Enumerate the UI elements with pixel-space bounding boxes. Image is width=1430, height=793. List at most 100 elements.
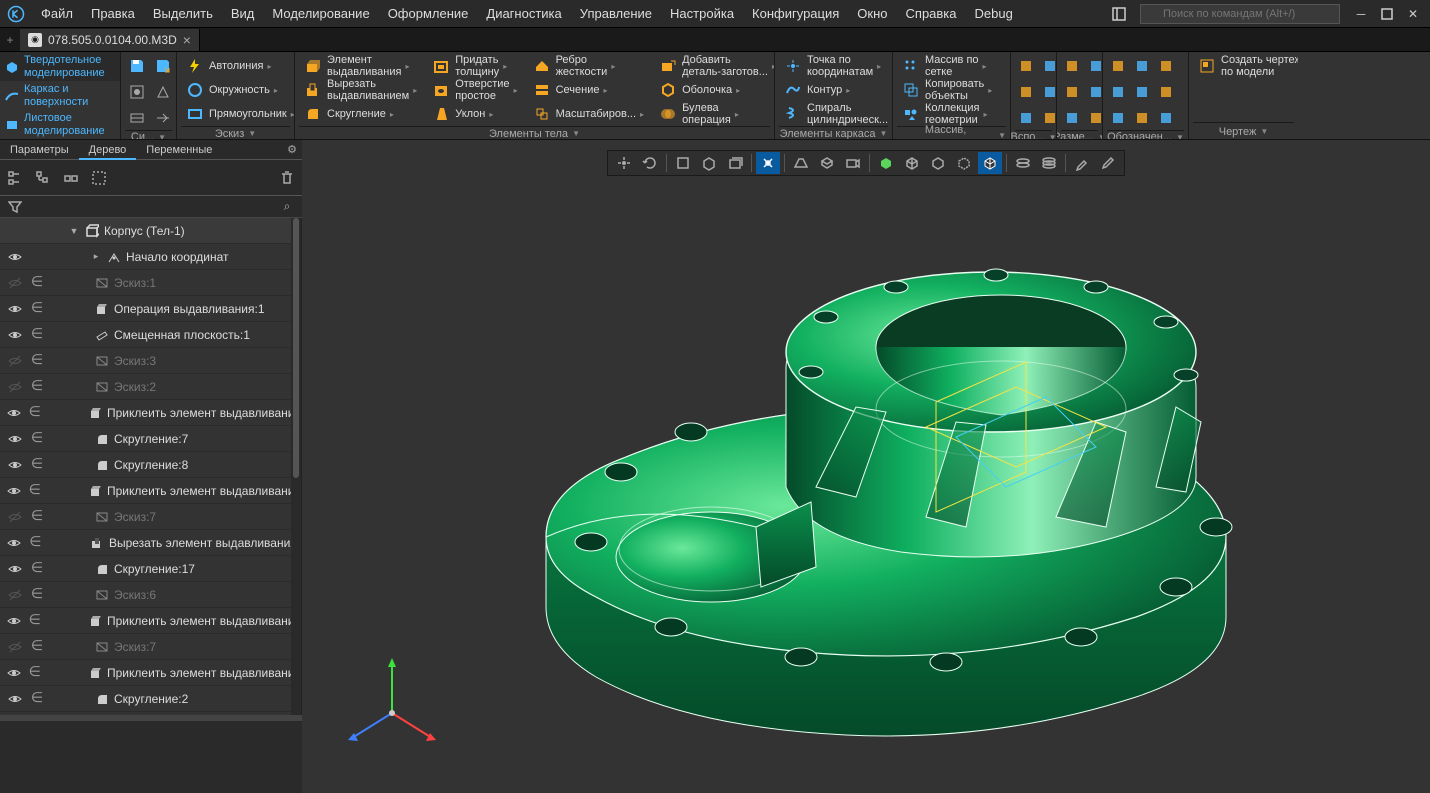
tree-row[interactable]: ∈Эскиз:6 (0, 582, 301, 608)
visibility-toggle-icon[interactable] (4, 665, 24, 681)
menu-окно[interactable]: Окно (848, 6, 896, 21)
tree-row[interactable]: ∈Скругление:7 (0, 426, 301, 452)
visibility-toggle-icon[interactable] (4, 405, 24, 421)
visibility-toggle-icon[interactable] (4, 353, 26, 369)
quick-btn-2[interactable] (125, 80, 149, 104)
ribbon-mini-7-1[interactable] (1131, 54, 1153, 78)
tree-row[interactable]: ∈Эскиз:3 (0, 348, 301, 374)
menu-конфигурация[interactable]: Конфигурация (743, 6, 848, 21)
tree-row[interactable]: ▸Начало координат (0, 244, 301, 270)
vt-ortho-icon[interactable] (815, 152, 839, 174)
ribbon-shell[interactable]: Придатьтолщину▸ (427, 54, 521, 78)
tree-row[interactable]: ∈Приклеить элемент выдавливания:1 (0, 400, 301, 426)
ribbon-mini-7-4[interactable] (1131, 80, 1153, 104)
axis-gizmo[interactable] (342, 653, 442, 753)
menu-debug[interactable]: Debug (966, 6, 1022, 21)
prop-tab-Параметры[interactable]: Параметры (0, 140, 79, 160)
ribbon-mini-7-6[interactable] (1107, 106, 1129, 130)
ribbon-shell2[interactable]: Оболочка▸ (654, 78, 774, 102)
ribbon-mini-7-2[interactable] (1155, 54, 1177, 78)
ribbon-lightning[interactable]: Автолиния▸ (181, 54, 290, 78)
ribbon-mini-5-2[interactable] (1015, 80, 1037, 104)
ribbon-rib[interactable]: Реброжесткости▸ (528, 54, 648, 78)
vt-view3-icon[interactable] (723, 152, 747, 174)
ribbon-mini-6-1[interactable] (1085, 54, 1102, 78)
vt-snap-icon[interactable] (756, 152, 780, 174)
menu-файл[interactable]: Файл (32, 6, 82, 21)
visibility-toggle-icon[interactable] (4, 509, 26, 525)
tree-row[interactable]: ∈Приклеить элемент выдавливания:3 (0, 608, 301, 634)
ribbon-fillet[interactable]: Скругление▸ (299, 102, 421, 126)
prop-tab-Переменные[interactable]: Переменные (136, 140, 222, 160)
menu-правка[interactable]: Правка (82, 6, 144, 21)
tree-mode-2-icon[interactable] (34, 169, 52, 187)
menu-справка[interactable]: Справка (897, 6, 966, 21)
chevron-right-icon[interactable]: ▸ (90, 251, 102, 262)
ribbon-mini-7-8[interactable] (1155, 106, 1177, 130)
visibility-toggle-icon[interactable] (4, 535, 25, 551)
menu-моделирование[interactable]: Моделирование (263, 6, 378, 21)
settings-gear-icon[interactable]: ⚙ (282, 143, 302, 156)
ribbon-array[interactable]: Массив посетке▸ (897, 54, 1006, 78)
new-document-button[interactable]: + (0, 29, 20, 51)
vt-shade3-icon[interactable] (926, 152, 950, 174)
tree-row[interactable]: ∈Скругление:17 (0, 556, 301, 582)
quick-btn-0[interactable] (125, 54, 149, 78)
visibility-toggle-icon[interactable] (4, 483, 24, 499)
side-tab-1[interactable]: Каркас и поверхности (0, 81, 120, 110)
menu-вид[interactable]: Вид (222, 6, 264, 21)
ribbon-draft[interactable]: Уклон▸ (427, 102, 521, 126)
ribbon-mini-6-4[interactable] (1061, 106, 1083, 130)
search-tree-icon[interactable]: ⌕ (278, 198, 296, 216)
delete-icon[interactable] (278, 169, 296, 187)
ribbon-hole[interactable]: Отверстиепростое▸ (427, 78, 521, 102)
tree-row[interactable]: ∈Операция выдавливания:1 (0, 296, 301, 322)
vt-shade5-icon[interactable] (978, 152, 1002, 174)
visibility-toggle-icon[interactable] (4, 561, 26, 577)
ribbon-mini-7-0[interactable] (1107, 54, 1129, 78)
visibility-toggle-icon[interactable] (4, 249, 26, 265)
vt-layer2-icon[interactable] (1037, 152, 1061, 174)
vt-eyedrop-icon[interactable] (1096, 152, 1120, 174)
ribbon-rect[interactable]: Прямоугольник▸ (181, 102, 290, 126)
menu-выделить[interactable]: Выделить (144, 6, 222, 21)
close-button[interactable]: ✕ (1400, 1, 1426, 27)
tree-row[interactable]: ∈Скругление:2 (0, 686, 301, 712)
tree-row[interactable]: ∈Вырезать элемент выдавливания:1 (0, 530, 301, 556)
ribbon-mini-6-3[interactable] (1085, 80, 1102, 104)
ribbon-mini-5-0[interactable] (1015, 54, 1037, 78)
vt-shade1-icon[interactable] (874, 152, 898, 174)
vt-nav-icon[interactable] (612, 152, 636, 174)
tree-row[interactable]: ∈Скругление:8 (0, 452, 301, 478)
ribbon-mini-5-5[interactable] (1039, 106, 1056, 130)
ribbon-point[interactable]: Точка покоординатам▸ (779, 54, 888, 78)
minimize-button[interactable]: ─ (1348, 1, 1374, 27)
tree-mode-3-icon[interactable] (62, 169, 80, 187)
vt-persp-icon[interactable] (789, 152, 813, 174)
ribbon-circle[interactable]: Окружность▸ (181, 78, 290, 102)
ribbon-drawing[interactable]: Создать чертежпо модели▸ (1193, 54, 1294, 78)
menu-управление[interactable]: Управление (571, 6, 661, 21)
quick-btn-4[interactable] (125, 106, 149, 130)
vt-layer1-icon[interactable] (1011, 152, 1035, 174)
chevron-down-icon[interactable]: ▼ (68, 226, 80, 236)
menu-оформление[interactable]: Оформление (379, 6, 478, 21)
visibility-toggle-icon[interactable] (4, 301, 26, 317)
ribbon-mini-6-2[interactable] (1061, 80, 1083, 104)
ribbon-mini-5-4[interactable] (1015, 106, 1037, 130)
ribbon-contour[interactable]: Контур▸ (779, 78, 888, 102)
vt-camera-icon[interactable] (841, 152, 865, 174)
ribbon-mini-5-3[interactable] (1039, 80, 1056, 104)
ribbon-bool[interactable]: Булеваоперация▸ (654, 102, 774, 126)
tree-row[interactable]: ∈Эскиз:7 (0, 504, 301, 530)
menu-диагностика[interactable]: Диагностика (477, 6, 570, 21)
visibility-toggle-icon[interactable] (4, 639, 26, 655)
document-tab[interactable]: ◉ 078.505.0.0104.00.M3D × (20, 29, 200, 51)
ribbon-section[interactable]: Сечение▸ (528, 78, 648, 102)
quick-btn-3[interactable] (151, 80, 175, 104)
close-tab-icon[interactable]: × (183, 32, 191, 48)
viewport[interactable] (302, 140, 1430, 793)
tree-mode-1-icon[interactable] (6, 169, 24, 187)
maximize-button[interactable] (1374, 1, 1400, 27)
visibility-toggle-icon[interactable] (4, 379, 26, 395)
